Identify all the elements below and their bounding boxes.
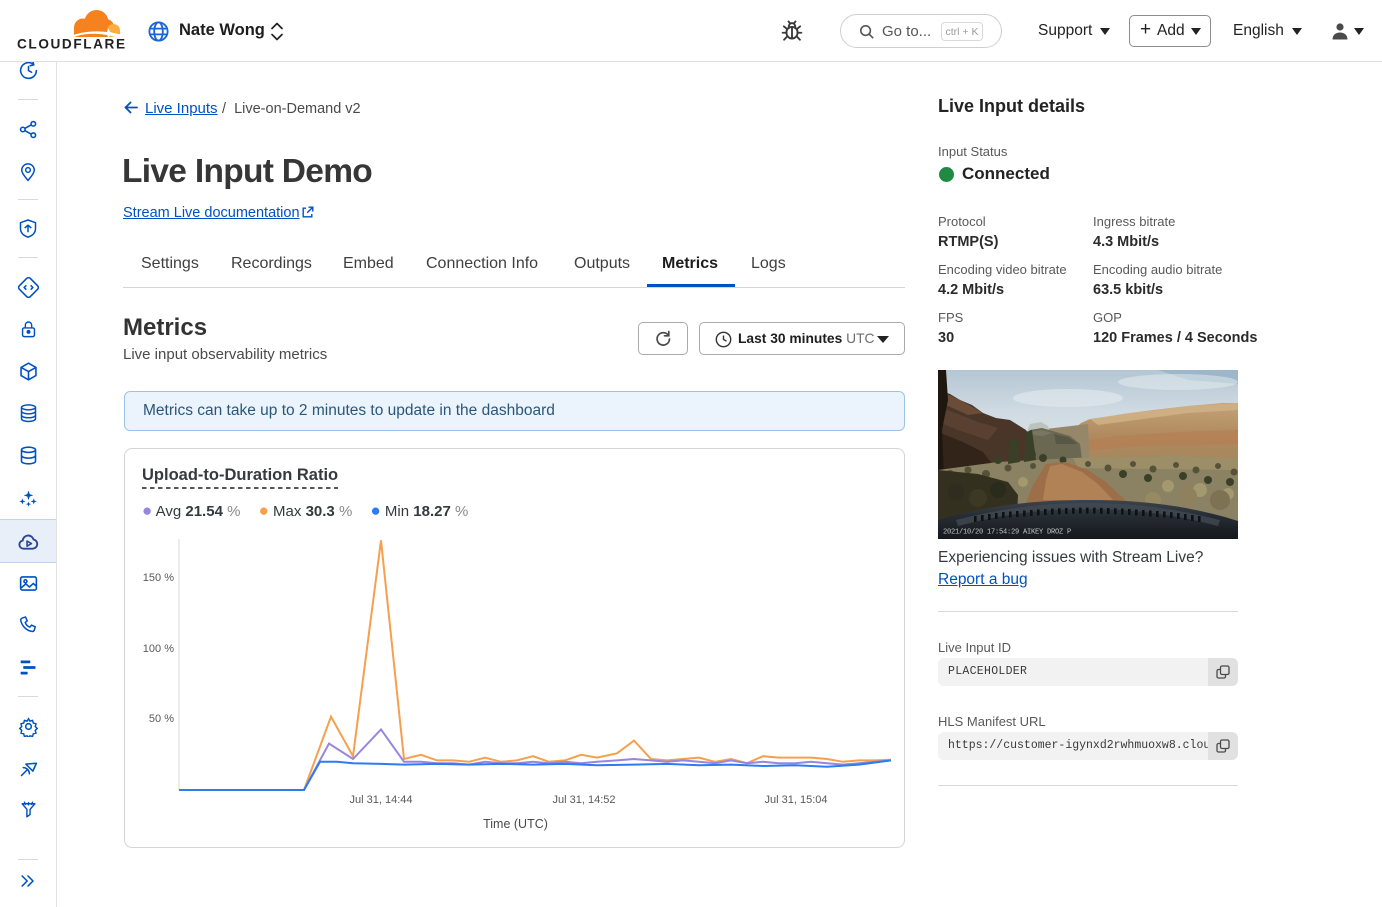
svg-text:CLOUDFLARE: CLOUDFLARE [17, 37, 125, 52]
svg-text:2021/10/20 17:54:29 AIKEY DROZ: 2021/10/20 17:54:29 AIKEY DROZ P [943, 529, 1071, 537]
